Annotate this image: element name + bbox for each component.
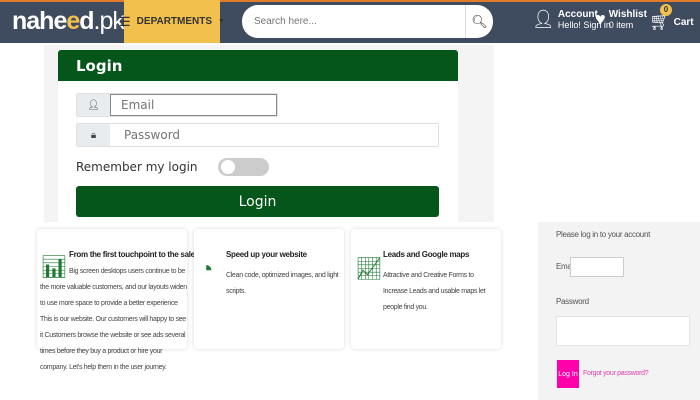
login-title: Login xyxy=(58,50,458,81)
side-password-label: Password xyxy=(556,297,589,306)
side-login-button[interactable]: Log In xyxy=(557,360,579,388)
cart-label: Cart xyxy=(673,16,694,28)
growth-chart-icon: 📈︎ xyxy=(355,256,383,281)
feature-title: Leads and Google maps xyxy=(383,250,470,259)
lock-icon: 🔒︎ xyxy=(77,124,110,146)
wishlist-link[interactable]: ♥ Wishlist 0 item xyxy=(595,9,647,30)
logo-text-tail: d xyxy=(79,7,94,35)
user-icon: 👤︎ xyxy=(77,94,110,116)
side-password-input[interactable] xyxy=(556,316,690,346)
email-input[interactable] xyxy=(110,94,277,116)
wishlist-title: Wishlist xyxy=(608,9,647,20)
cart-link[interactable]: 🛒︎ Cart xyxy=(649,12,694,32)
search-icon: 🔍︎ xyxy=(471,13,488,29)
feature-desc: Attractive and Creative Forms to Increas… xyxy=(383,272,486,311)
side-email-input[interactable] xyxy=(570,257,624,277)
search-button[interactable]: 🔍︎ xyxy=(465,5,493,38)
password-group: 🔒︎ xyxy=(76,123,439,147)
speedometer-icon: ◔ xyxy=(199,256,214,283)
login-button[interactable]: Login xyxy=(76,186,439,217)
search-input[interactable] xyxy=(242,16,465,27)
feature-desc: Clean code, optimized images, and light … xyxy=(226,272,339,295)
heart-icon: ♥ xyxy=(595,9,606,29)
cart-count-badge: 0 xyxy=(660,4,672,16)
remember-label: Remember my login xyxy=(76,160,198,174)
search-bar: 🔍︎ xyxy=(242,5,493,38)
logo-text: nahe xyxy=(12,7,67,35)
departments-label: DEPARTMENTS xyxy=(136,16,213,27)
user-icon: 👤︎ xyxy=(532,9,555,29)
feature-title: From the first touchpoint to the sale xyxy=(69,250,195,259)
hamburger-icon: ☰ xyxy=(119,13,131,29)
caret-down-icon: ▼ xyxy=(218,18,225,25)
email-group: 👤︎ xyxy=(76,93,278,117)
wishlist-sub: 0 item xyxy=(608,20,634,30)
password-input[interactable] xyxy=(110,124,438,146)
departments-menu[interactable]: ☰ DEPARTMENTS ▼ xyxy=(119,0,225,43)
feature-title: Speed up your website xyxy=(226,250,307,259)
feature-desc: Big screen desktops users continue to be… xyxy=(40,268,187,371)
remember-toggle[interactable] xyxy=(218,158,269,176)
logo-bag: e xyxy=(66,7,80,35)
forgot-password-link[interactable]: Forgot your password? xyxy=(583,370,649,377)
side-login-prompt: Please log in to your account xyxy=(556,230,651,239)
logo[interactable]: naheed.pk xyxy=(12,7,125,36)
